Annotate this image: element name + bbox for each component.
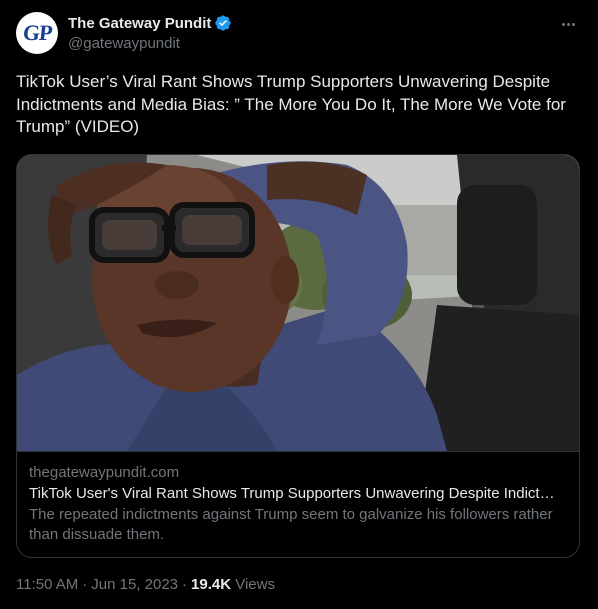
tweet-text: TikTok User’s Viral Rant Shows Trump Sup… [16, 72, 566, 136]
author-handle[interactable]: @gatewaypundit [68, 35, 232, 52]
card-image[interactable] [17, 155, 579, 451]
more-options-icon[interactable] [556, 14, 580, 34]
tweet-time[interactable]: 11:50 AM [16, 576, 78, 593]
more-dot [566, 22, 570, 26]
meta-separator: · [182, 576, 188, 593]
card-description: The repeated indictments against Trump s… [29, 506, 553, 543]
display-name[interactable]: The Gateway Pundit [68, 15, 211, 32]
tweet-header: GP The Gateway Pundit @gatewaypundit [16, 12, 582, 56]
more-dot [561, 22, 565, 26]
avatar[interactable]: GP [16, 12, 58, 54]
meta-separator: · [82, 576, 88, 593]
tweet-meta: 11:50 AM · Jun 15, 2023 · 19.4K Views [16, 576, 275, 593]
card-title: TikTok User's Viral Rant Shows Trump Sup… [29, 485, 567, 502]
avatar-logo: GP [21, 20, 53, 45]
tweet-date[interactable]: Jun 15, 2023 [91, 576, 178, 593]
author-names: The Gateway Pundit @gatewaypundit [68, 13, 232, 52]
card-info[interactable]: thegatewaypundit.com TikTok User's Viral… [17, 451, 579, 557]
more-dot [571, 22, 575, 26]
display-name-row: The Gateway Pundit [68, 13, 232, 33]
tweet[interactable]: GP The Gateway Pundit @gatewaypundit Tik… [0, 0, 598, 609]
views-label: Views [235, 576, 275, 593]
verified-badge-icon[interactable] [214, 14, 232, 32]
views-count: 19.4K [191, 576, 232, 593]
link-card[interactable]: thegatewaypundit.com TikTok User's Viral… [16, 154, 580, 558]
card-domain: thegatewaypundit.com [29, 464, 180, 481]
video-thumbnail-image [17, 155, 579, 451]
